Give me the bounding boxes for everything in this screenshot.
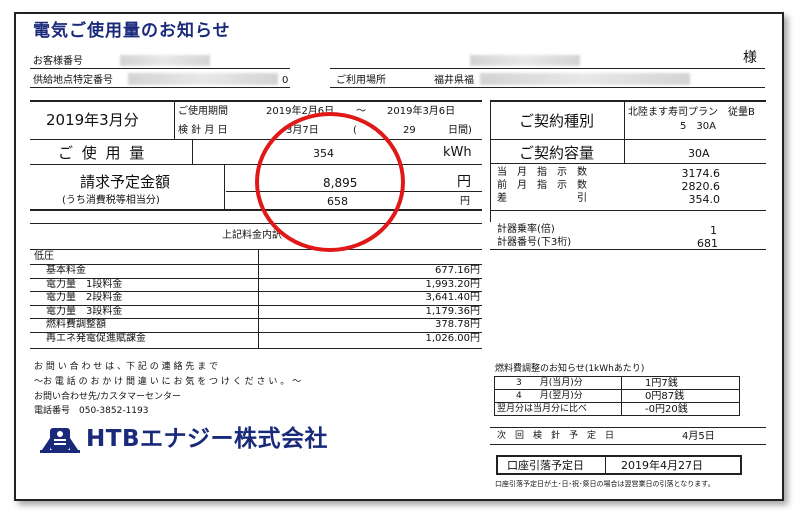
- usage-label: ご 使 用 量: [58, 144, 147, 162]
- fee-row-value: 3,641.40円: [425, 292, 480, 303]
- meter-row-value: 354.0: [688, 193, 721, 206]
- billing-month: 2019年3月分: [46, 111, 139, 129]
- contract-type-value-line1: 北陸ます寿司プラン 従量B: [628, 107, 755, 118]
- customer-number-label: お客様番号: [33, 56, 83, 67]
- usage-place-value: 福井県福: [434, 75, 474, 86]
- contact-phone: 電話番号 050-3852-1193: [34, 406, 149, 416]
- usage-place-label: ご利用場所: [336, 75, 386, 86]
- billing-amount-label: 請求予定金額: [80, 173, 171, 191]
- company-logo-icon: [40, 424, 80, 454]
- meter-number-label: 計器番号(下3桁): [497, 237, 572, 248]
- fuel-row-label: 4 月(翌月)分: [516, 391, 583, 401]
- supply-point-suffix: 0: [282, 75, 289, 86]
- redacted-customer-number: [120, 55, 210, 66]
- tax-unit: 円: [460, 196, 470, 207]
- usage-unit: kWh: [443, 145, 472, 160]
- meter-row-value: 3174.6: [681, 167, 721, 180]
- usage-end-date: 2019年3月6日: [387, 106, 456, 117]
- contact-line1: お 問 い 合 わ せ は 、下 記 の 連 絡 先 ま で: [34, 362, 219, 372]
- next-meter-value: 4月5日: [682, 431, 715, 442]
- meter-row-value: 2820.6: [681, 180, 721, 193]
- usage-period-label: ご使用期間: [178, 106, 228, 117]
- redacted-address: [480, 73, 690, 85]
- fuel-row-value: 0円87銭: [645, 391, 685, 402]
- next-meter-label: 次 回 検 針 予 定 日: [497, 431, 615, 441]
- fee-row-label: 電力量 2段料金: [46, 292, 123, 303]
- honorific: 様: [743, 50, 757, 66]
- fee-row-value: 378.78円: [435, 319, 480, 330]
- fee-row-value: 1,993.20円: [425, 278, 480, 290]
- fuel-row-value: 1円7銭: [645, 378, 678, 389]
- red-circle-annotation: [255, 112, 405, 252]
- contact-line3: お問い合わせ先/カスタマーセンター: [34, 392, 182, 402]
- fee-row-label: 燃料費調整額: [46, 319, 106, 330]
- tax-label: (うち消費税等相当分): [62, 195, 160, 206]
- multiplier-value: 1: [710, 224, 717, 237]
- multiplier-label: 計器乗率(倍): [497, 224, 555, 235]
- fee-row-label: 基本料金: [46, 265, 86, 276]
- document-title: 電気ご使用量のお知らせ: [33, 21, 231, 41]
- breakdown-heading: 上記料金内訳: [222, 230, 282, 241]
- fee-row-label: 電力量 1段料金: [46, 278, 123, 290]
- debit-label: 口座引落予定日: [507, 459, 584, 472]
- fuel-notice-title: 燃料費調整のお知らせ(1kWhあたり): [495, 364, 645, 374]
- debit-date: 2019年4月27日: [621, 459, 703, 472]
- billing-unit: 円: [457, 174, 471, 190]
- contract-capacity-value: 30A: [688, 147, 710, 160]
- contract-capacity-label: ご契約容量: [519, 144, 595, 162]
- supply-point-label: 供給地点特定番号: [33, 75, 113, 86]
- fee-row-label: 電力量 3段料金: [46, 305, 123, 317]
- meter-row-label: 差 引: [497, 193, 587, 204]
- fuel-row-value: -0円20銭: [645, 404, 688, 415]
- redacted-customer-name: [470, 55, 580, 66]
- breakdown-category: 低圧: [34, 251, 54, 262]
- days-label: 日間): [448, 125, 472, 136]
- company-name: HTBエナジー株式会社: [86, 426, 328, 452]
- contact-line2: ～お 電 話 の お か け 間 違 い に お 気 を つ け く だ さ い…: [34, 377, 302, 387]
- fuel-row-label: 3 月(当月)分: [516, 378, 583, 388]
- meter-number-value: 681: [697, 237, 718, 250]
- contract-type-label: ご契約種別: [519, 112, 595, 130]
- fee-row-value: 1,179.36円: [425, 305, 480, 317]
- fuel-row-label: 翌月分は当月分に比べ: [497, 404, 588, 414]
- meter-date-label: 検 針 月 日: [178, 125, 228, 136]
- fee-row-value: 1,026.00円: [425, 332, 480, 344]
- meter-row-label: 前 月 指 示 数: [497, 180, 587, 191]
- days-count: 29: [403, 125, 416, 136]
- redacted-supply-point: [128, 73, 278, 85]
- debit-note: 口座引落予定日が土･日･祝･祭日の場合は翌営業日の引落となります。: [495, 480, 715, 488]
- fee-row-label: 再エネ発電促進賦課金: [46, 332, 146, 344]
- tilde: ～: [356, 106, 366, 117]
- contract-type-value-line2: 5 30A: [680, 121, 716, 132]
- fee-row-value: 677.16円: [435, 265, 480, 276]
- meter-row-label: 当 月 指 示 数: [497, 167, 587, 178]
